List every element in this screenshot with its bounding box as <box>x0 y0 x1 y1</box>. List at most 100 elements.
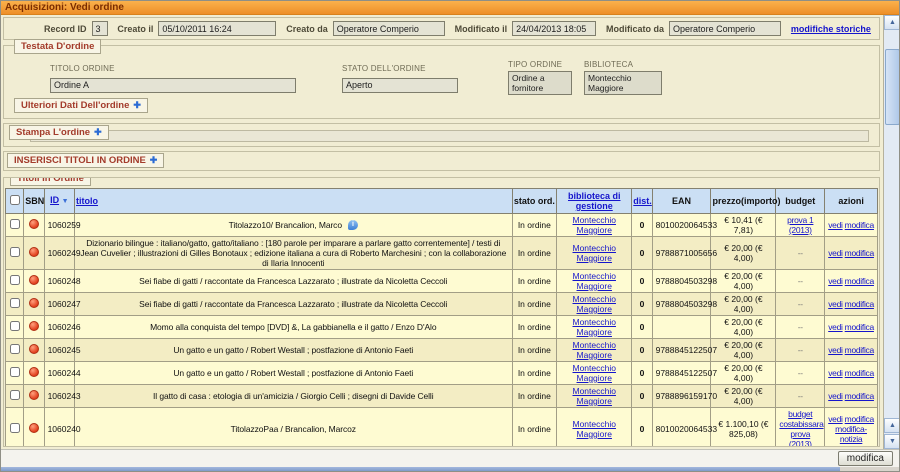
budget-cell: -- <box>776 316 825 339</box>
azione-modifica-notizia-link[interactable]: modifica-notizia <box>835 424 867 444</box>
titoli-legend: Titoli In Ordine <box>10 177 91 186</box>
budget-cell: -- <box>776 385 825 408</box>
azione-vedi-link[interactable]: vedi <box>828 276 842 286</box>
col-id[interactable]: ID ▼ <box>44 189 74 214</box>
biblioteca-gestione-link[interactable]: Montecchio Maggiore <box>573 386 616 406</box>
modificato-il-field[interactable] <box>512 21 596 36</box>
dist-cell: 0 <box>632 385 652 408</box>
azione-modifica-link[interactable]: modifica <box>845 276 874 286</box>
biblioteca-gestione-link[interactable]: Montecchio Maggiore <box>573 363 616 383</box>
sbn-cell <box>24 270 44 293</box>
row-checkbox[interactable] <box>10 275 20 285</box>
row-checkbox[interactable] <box>10 423 20 433</box>
azione-vedi-link[interactable]: vedi <box>828 248 842 258</box>
testata-legend: Testata D'ordine <box>14 39 101 54</box>
id-sort-link[interactable]: ID <box>50 195 59 205</box>
row-checkbox[interactable] <box>10 298 20 308</box>
plus-icon: ✚ <box>94 127 102 137</box>
scrollbar-down-button[interactable]: ▼ <box>884 434 900 449</box>
row-checkbox[interactable] <box>10 321 20 331</box>
scrollbar-up-button[interactable]: ▲ <box>884 15 900 30</box>
azione-modifica-link[interactable]: modifica <box>845 299 874 309</box>
col-biblioteca[interactable]: biblioteca di gestione <box>557 189 632 214</box>
azione-modifica-link[interactable]: modifica <box>845 368 874 378</box>
info-icon[interactable]: i <box>348 220 358 230</box>
scrollbar-corner <box>840 467 900 472</box>
record-id-field[interactable] <box>92 21 108 36</box>
row-checkbox[interactable] <box>10 367 20 377</box>
modifica-button[interactable]: modifica <box>838 451 893 466</box>
budget-link[interactable]: budget costabissara prova (2013) <box>779 409 823 447</box>
azioni-cell: vedi modifica <box>825 237 878 270</box>
row-select-cell <box>6 385 24 408</box>
azioni-cell: vedi modifica <box>825 385 878 408</box>
budget-cell: -- <box>776 339 825 362</box>
azione-vedi-link[interactable]: vedi <box>828 391 842 401</box>
azione-vedi-link[interactable]: vedi <box>828 414 842 424</box>
plus-icon: ✚ <box>133 100 141 110</box>
stato-cell: In ordine <box>512 293 557 316</box>
azione-modifica-link[interactable]: modifica <box>845 322 874 332</box>
select-all-checkbox[interactable] <box>10 195 20 205</box>
table-row: 1060247Sei fiabe di gatti / raccontate d… <box>6 293 878 316</box>
col-titolo[interactable]: titolo <box>75 189 513 214</box>
sbn-cell <box>24 385 44 408</box>
row-checkbox[interactable] <box>10 247 20 257</box>
azione-modifica-link[interactable]: modifica <box>845 391 874 401</box>
vertical-scrollbar-track[interactable]: ▲ ▲ ▼ <box>884 15 900 449</box>
azione-vedi-link[interactable]: vedi <box>828 368 842 378</box>
azione-vedi-link[interactable]: vedi <box>828 322 842 332</box>
modifiche-storiche-link[interactable]: modifiche storiche <box>791 24 871 34</box>
titolo-sort-link[interactable]: titolo <box>76 196 98 206</box>
modificato-da-field[interactable] <box>669 21 781 36</box>
creato-il-label: Creato il <box>117 24 153 34</box>
biblioteca-gestione-link[interactable]: Montecchio Maggiore <box>573 215 616 235</box>
record-id-cell: 1060248 <box>44 270 74 293</box>
titolo-cell: TitolazzoPaa / Brancalion, Marcoz <box>75 408 513 448</box>
col-dist[interactable]: dist. <box>632 189 652 214</box>
scrollbar-thumb[interactable] <box>885 49 900 125</box>
prezzo-cell: € 20,00 (€ 4,00) <box>711 270 776 293</box>
row-checkbox[interactable] <box>10 219 20 229</box>
creato-da-field[interactable] <box>333 21 445 36</box>
stato-cell: In ordine <box>512 316 557 339</box>
biblioteca-gestione-link[interactable]: Montecchio Maggiore <box>573 340 616 360</box>
stato-ordine-input[interactable] <box>342 78 458 93</box>
col-prezzo: prezzo(importo) <box>711 189 776 214</box>
dist-cell: 0 <box>632 293 652 316</box>
biblioteca-listbox[interactable]: Montecchio Maggiore <box>584 71 662 95</box>
stato-cell: In ordine <box>512 214 557 237</box>
azione-vedi-link[interactable]: vedi <box>828 345 842 355</box>
row-checkbox[interactable] <box>10 390 20 400</box>
plus-icon: ✚ <box>150 155 158 165</box>
azione-modifica-link[interactable]: modifica <box>845 345 874 355</box>
biblioteca-gestione-link[interactable]: Montecchio Maggiore <box>573 271 616 291</box>
biblioteca-gestione-link[interactable]: Montecchio Maggiore <box>573 317 616 337</box>
row-checkbox[interactable] <box>10 344 20 354</box>
azione-modifica-link[interactable]: modifica <box>845 414 874 424</box>
ulteriori-dati-toggle[interactable]: Ulteriori Dati Dell'ordine✚ <box>14 98 148 113</box>
azione-vedi-link[interactable]: vedi <box>828 299 842 309</box>
biblioteca-gestione-link[interactable]: Montecchio Maggiore <box>573 243 616 263</box>
budget-link[interactable]: prova 1 (2013) <box>787 215 813 235</box>
inserisci-titoli-toggle[interactable]: INSERISCI TITOLI IN ORDINE✚ <box>7 153 164 168</box>
biblioteca-gestione-link[interactable]: Montecchio Maggiore <box>573 294 616 314</box>
scrollbar-up-button-2[interactable]: ▲ <box>884 418 900 433</box>
biblioteca-sort-link[interactable]: biblioteca di gestione <box>568 191 621 211</box>
azione-modifica-link[interactable]: modifica <box>845 220 874 230</box>
titolo-ordine-input[interactable] <box>50 78 296 93</box>
ean-cell: 8010020064533 <box>652 214 711 237</box>
bottom-action-bar: modifica <box>1 449 900 467</box>
azione-vedi-link[interactable]: vedi <box>828 220 842 230</box>
titoli-fieldset: Titoli In Ordine SBN ID ▼ titolo stato o… <box>3 177 880 447</box>
dist-sort-link[interactable]: dist. <box>633 196 652 206</box>
titoli-table: SBN ID ▼ titolo stato ord. biblioteca di… <box>5 188 878 447</box>
biblioteca-gestione-link[interactable]: Montecchio Maggiore <box>573 419 616 439</box>
tipo-ordine-listbox[interactable]: Ordine a fornitore <box>508 71 572 95</box>
modificato-da-group: Modificato da <box>606 21 781 36</box>
azione-modifica-link[interactable]: modifica <box>845 248 874 258</box>
col-stato: stato ord. <box>512 189 557 214</box>
tipo-ordine-label: TIPO ORDINE <box>508 60 572 69</box>
stampa-ordine-toggle[interactable]: Stampa L'ordine✚ <box>9 125 109 140</box>
creato-il-field[interactable] <box>158 21 276 36</box>
